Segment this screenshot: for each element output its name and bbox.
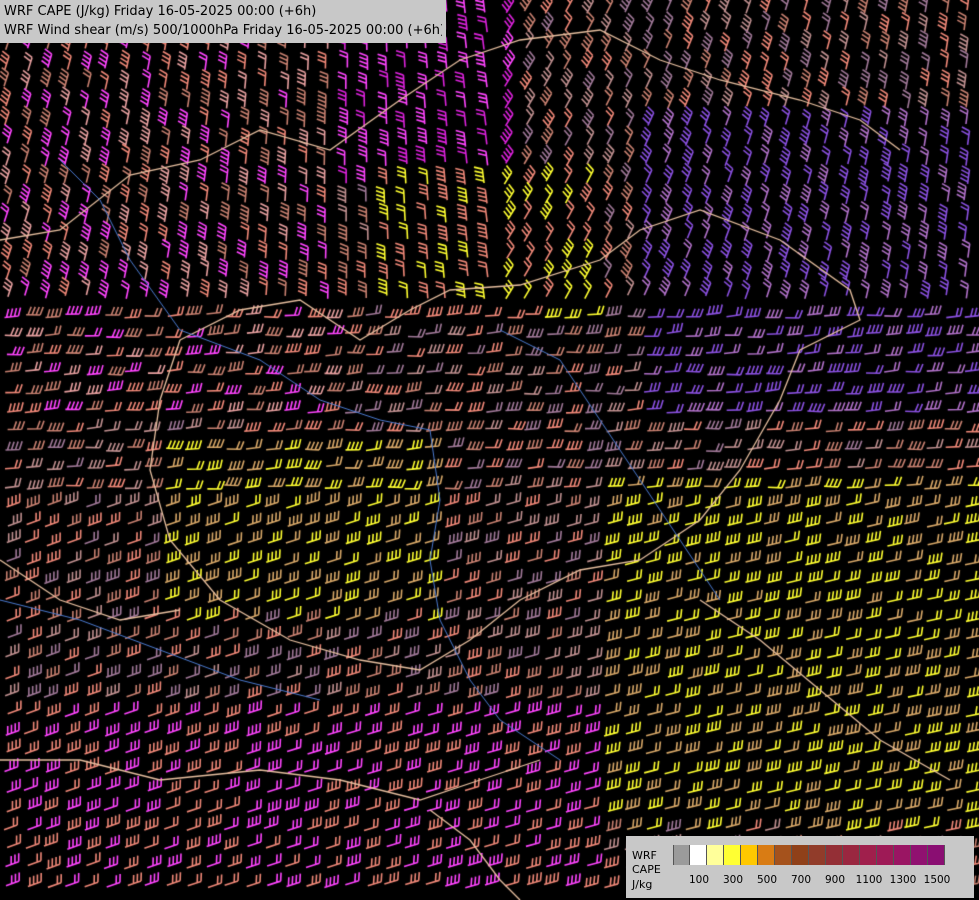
- legend-unit-label: J/kg: [632, 878, 653, 891]
- legend-swatch: [877, 845, 894, 865]
- legend-swatch: [809, 845, 826, 865]
- legend-tick-labels: 100 300 500 700 900 1100 1300 1500: [673, 874, 973, 888]
- legend-swatch: [758, 845, 775, 865]
- cape-legend: WRF CAPE J/kg 100 300 500 700 900 1100 1300 150…: [626, 836, 974, 898]
- legend-swatch: [775, 845, 792, 865]
- legend-swatch: [860, 845, 877, 865]
- legend-swatch: [724, 845, 741, 865]
- legend-swatch: [894, 845, 911, 865]
- legend-field-label: CAPE: [632, 863, 661, 876]
- legend-swatch: [911, 845, 928, 865]
- legend-tick-label: 1100: [855, 874, 883, 886]
- legend-swatch: [928, 845, 945, 865]
- cape-title: WRF CAPE (J/kg) Friday 16-05-2025 00:00 …: [4, 4, 317, 19]
- wind-shear-title: WRF Wind shear (m/s) 500/1000hPa Friday …: [4, 23, 442, 38]
- legend-color-scale: [673, 845, 945, 865]
- legend-model-label: WRF: [632, 849, 657, 862]
- legend-tick-label: 300: [722, 874, 744, 886]
- wind-shear-barb-map: [0, 0, 979, 900]
- legend-swatch: [843, 845, 860, 865]
- legend-swatch: [792, 845, 809, 865]
- legend-swatch: [707, 845, 724, 865]
- legend-tick-label: 1500: [923, 874, 951, 886]
- legend-tick-label: 1300: [889, 874, 917, 886]
- legend-tick-label: 500: [756, 874, 778, 886]
- legend-tick-label: 100: [688, 874, 710, 886]
- legend-swatch: [673, 845, 690, 865]
- legend-tick-label: 900: [824, 874, 846, 886]
- legend-tick-label: 700: [790, 874, 812, 886]
- legend-swatch: [690, 845, 707, 865]
- map-title-box: WRF CAPE (J/kg) Friday 16-05-2025 00:00 …: [0, 0, 446, 43]
- legend-swatch: [826, 845, 843, 865]
- legend-swatch: [741, 845, 758, 865]
